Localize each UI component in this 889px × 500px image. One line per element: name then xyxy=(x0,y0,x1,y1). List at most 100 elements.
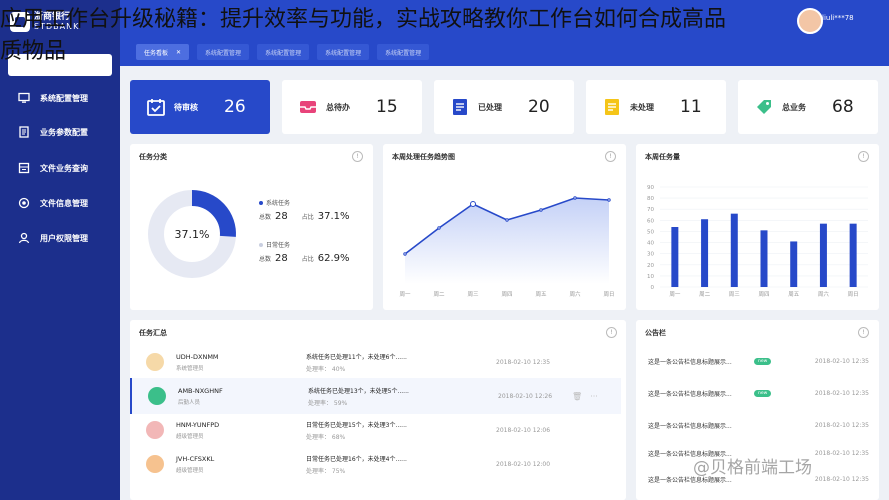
trend-point xyxy=(573,196,577,200)
panel-title: 任务分类 xyxy=(139,153,167,161)
bar xyxy=(849,223,857,287)
new-badge: new xyxy=(754,357,772,365)
panel-title: 任务汇总 xyxy=(139,329,167,337)
pending-icon xyxy=(605,99,619,115)
task-time: 2018-02-10 12:26 xyxy=(498,392,553,400)
processed-icon xyxy=(453,99,467,115)
bar xyxy=(760,230,768,287)
trend-x-tick: 周一 xyxy=(399,291,411,298)
notice-time: 2018-02-10 12:35 xyxy=(814,449,869,457)
info-icon[interactable]: ! xyxy=(352,151,363,162)
task-progress: 处理率： 40% xyxy=(306,365,346,373)
sidebar-item-system-config[interactable]: 系统配置管理 xyxy=(0,86,120,110)
notice-time: 2018-02-10 12:35 xyxy=(814,389,869,397)
legend-dot xyxy=(259,242,263,247)
bar-y-tick: 40 xyxy=(647,241,654,247)
task-user-role: 超级管理员 xyxy=(176,467,204,474)
more-icon[interactable]: ··· xyxy=(590,392,598,401)
bar-y-tick: 90 xyxy=(647,185,654,191)
legend-daily-tasks: 日常任务 总数 28 占比 62.9% xyxy=(259,240,350,264)
notice-text: 这是一条公告栏信息标题展示... xyxy=(648,422,732,430)
table-row[interactable]: UDH-DXNMM 系统管理员 系统任务已处理11个，未处理6个...... 处理率… xyxy=(130,344,619,380)
trend-x-tick: 周二 xyxy=(433,291,445,298)
weekly-trend-panel: 本周处理任务趋势图 ! 周一 周二 周三 周四 周五 周六 周日 xyxy=(383,144,626,310)
bar xyxy=(819,223,827,287)
stat-card-pending-review[interactable]: 待审核 26 xyxy=(130,80,270,134)
bar-y-tick: 70 xyxy=(647,207,654,213)
task-message: 日常任务已处理16个，未处理4个...... xyxy=(306,455,407,463)
trend-chart: 周一 周二 周三 周四 周五 周六 周日 xyxy=(399,196,615,298)
bar xyxy=(790,241,798,287)
table-row[interactable]: HNM-YUNFPD 超级管理员 日常任务已处理15个，未处理3个...... 处理… xyxy=(130,412,619,448)
sidebar-item-label: 用户权限管理 xyxy=(40,233,88,243)
sidebar-item-business-params[interactable]: 业务参数配置 xyxy=(0,120,120,144)
folder-icon xyxy=(18,162,30,174)
sidebar-item-file-query[interactable]: 文件业务查询 xyxy=(0,156,120,180)
bar-y-tick: 20 xyxy=(647,263,654,269)
legend-pct-label: 占比 xyxy=(301,256,314,263)
notice-item[interactable]: 这是一条公告栏信息标题展示... new 2018-02-10 12:35 xyxy=(636,350,887,372)
task-user-role: 系统管理员 xyxy=(176,365,204,372)
notice-item[interactable]: 这是一条公告栏信息标题展示... new 2018-02-10 12:35 xyxy=(636,382,887,404)
notice-item[interactable]: 这是一条公告栏信息标题展示... 2018-02-10 12:35 xyxy=(636,414,887,436)
document-icon xyxy=(19,126,29,138)
article-headline: 应用工作台升级秘籍：提升效率与功能，实战攻略教你工作台如何合成高品 质物品 xyxy=(0,4,889,68)
avatar xyxy=(148,387,166,405)
task-progress: 处理率： 68% xyxy=(306,433,346,441)
bar-x-tick: 周五 xyxy=(788,291,800,298)
volume-bar-chart: 0 10 20 30 40 50 60 70 80 90 周一 周二 周三 周四 周五 周六 周日 xyxy=(647,185,868,298)
sidebar-item-user-permissions[interactable]: 用户权限管理 xyxy=(0,226,120,250)
task-message: 日常任务已处理15个，未处理3个...... xyxy=(306,421,407,429)
sidebar-item-label: 系统配置管理 xyxy=(40,93,88,103)
legend-pct-label: 占比 xyxy=(301,214,314,221)
legend-name: 系统任务 xyxy=(266,200,291,207)
task-user-id: JVH-CFSXKL xyxy=(176,454,215,463)
check-calendar-icon xyxy=(147,99,165,116)
table-row[interactable]: JVH-CFSXKL 超级管理员 日常任务已处理16个，未处理4个...... 处理… xyxy=(130,446,619,482)
stat-value: 11 xyxy=(680,97,702,117)
new-badge: new xyxy=(754,389,772,397)
sidebar: 浙商银行 STDBANK 系统配置管理 业务参数配置 文件业务查询 文件信息管理… xyxy=(0,0,120,500)
table-row[interactable]: AMB-NXGHNF 后勤人员 系统任务已处理13个，未处理5个...... 处理率… xyxy=(130,378,621,414)
trend-point xyxy=(607,198,611,202)
stat-value: 26 xyxy=(224,97,246,117)
trend-x-tick: 周四 xyxy=(501,291,512,298)
donut-center-label: 37.1% xyxy=(175,228,210,241)
sidebar-item-file-info[interactable]: 文件信息管理 xyxy=(0,191,120,215)
stat-card-unprocessed[interactable]: 未处理 11 xyxy=(586,80,726,134)
task-time: 2018-02-10 12:00 xyxy=(496,460,551,468)
task-progress: 处理率： 59% xyxy=(308,399,348,407)
legend-total: 28 xyxy=(275,253,288,264)
trend-point xyxy=(470,201,476,207)
stat-value: 68 xyxy=(832,97,854,117)
bar-x-tick: 周日 xyxy=(848,291,859,298)
stat-label: 总业务 xyxy=(782,102,806,112)
info-icon[interactable]: ! xyxy=(606,327,617,338)
trend-x-tick: 周三 xyxy=(467,291,479,298)
notice-time: 2018-02-10 12:35 xyxy=(814,475,869,483)
inbox-icon xyxy=(300,101,316,113)
task-user-id: AMB-NXGHNF xyxy=(178,386,223,395)
stat-card-processed[interactable]: 已处理 20 xyxy=(434,80,574,134)
stat-label: 待审核 xyxy=(174,102,198,112)
stat-card-total-todo[interactable]: 总待办 15 xyxy=(282,80,422,134)
monitor-icon xyxy=(18,92,30,103)
bar-y-tick: 50 xyxy=(647,229,654,235)
tag-icon xyxy=(757,100,771,114)
notice-text: 这是一条公告栏信息标题展示... xyxy=(648,390,732,398)
trash-icon[interactable]: 🗑 xyxy=(572,392,582,401)
task-message: 系统任务已处理11个，未处理6个...... xyxy=(306,353,407,361)
notice-time: 2018-02-10 12:35 xyxy=(814,421,869,429)
task-progress: 处理率： 75% xyxy=(306,467,346,475)
stat-value: 15 xyxy=(376,97,398,117)
category-donut: 37.1% xyxy=(148,190,236,278)
headline-line-2: 质物品 xyxy=(0,39,67,64)
notice-text: 这是一条公告栏信息标题展示... xyxy=(648,358,732,366)
stat-card-total-business[interactable]: 总业务 68 xyxy=(738,80,878,134)
legend-total-label: 总数 xyxy=(259,214,272,221)
task-message: 系统任务已处理13个，未处理5个...... xyxy=(308,387,409,395)
info-icon[interactable]: ! xyxy=(858,327,869,338)
sidebar-item-label: 文件业务查询 xyxy=(40,163,88,173)
stat-label: 已处理 xyxy=(478,102,502,112)
task-user-id: UDH-DXNMM xyxy=(176,352,219,361)
